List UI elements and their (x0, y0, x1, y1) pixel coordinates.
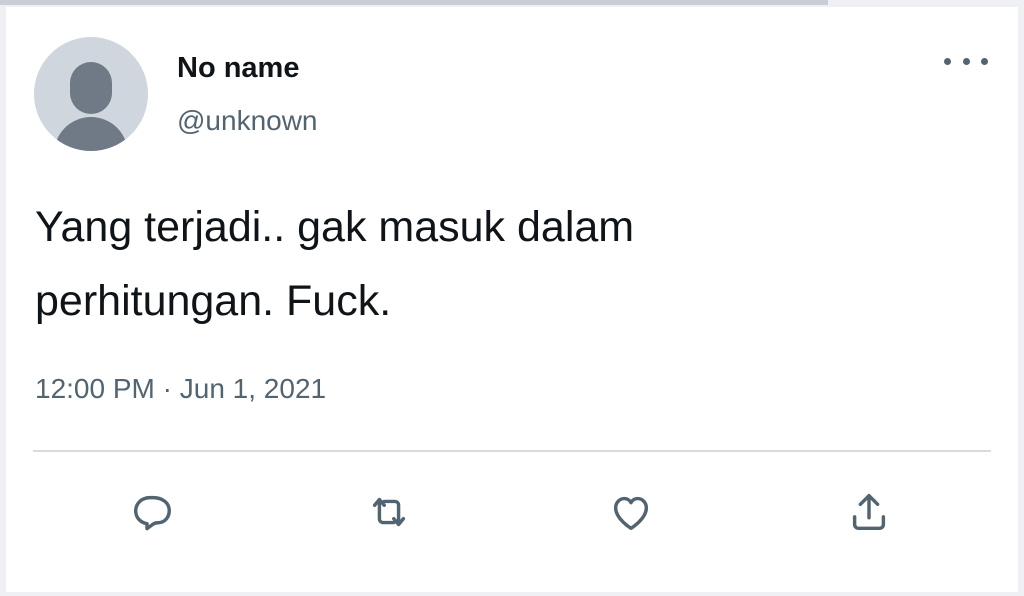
more-dot (981, 57, 988, 65)
top-scroll-bar (0, 0, 828, 5)
tweet-text: Yang terjadi.. gak masuk dalam perhitung… (35, 190, 935, 338)
divider (33, 450, 991, 452)
author-handle[interactable]: @unknown (177, 105, 318, 137)
more-dot (944, 57, 951, 65)
like-button[interactable] (604, 485, 658, 539)
tweet-timestamp[interactable]: 12:00 PM · Jun 1, 2021 (35, 373, 326, 405)
reply-icon (133, 495, 171, 531)
tweet-text-line: perhitungan. Fuck. (35, 277, 392, 325)
tweet-time: 12:00 PM (35, 373, 155, 404)
retweet-icon (372, 497, 406, 527)
more-dot (962, 57, 970, 65)
avatar-body-shape (54, 117, 128, 151)
avatar-head-shape (70, 62, 112, 114)
tweet-text-line: Yang terjadi.. gak masuk dalam (35, 203, 635, 251)
tweet-date: Jun 1, 2021 (179, 373, 327, 404)
more-options-icon[interactable] (944, 47, 988, 75)
author-name[interactable]: No name (177, 52, 299, 85)
timestamp-separator: · (162, 373, 172, 404)
share-button[interactable] (842, 485, 896, 539)
tweet-card: No name @unknown Yang terjadi.. gak masu… (6, 7, 1018, 592)
retweet-button[interactable] (362, 485, 416, 539)
like-icon (613, 496, 649, 531)
reply-button[interactable] (125, 485, 179, 539)
avatar[interactable] (34, 37, 148, 151)
share-icon (852, 493, 886, 531)
